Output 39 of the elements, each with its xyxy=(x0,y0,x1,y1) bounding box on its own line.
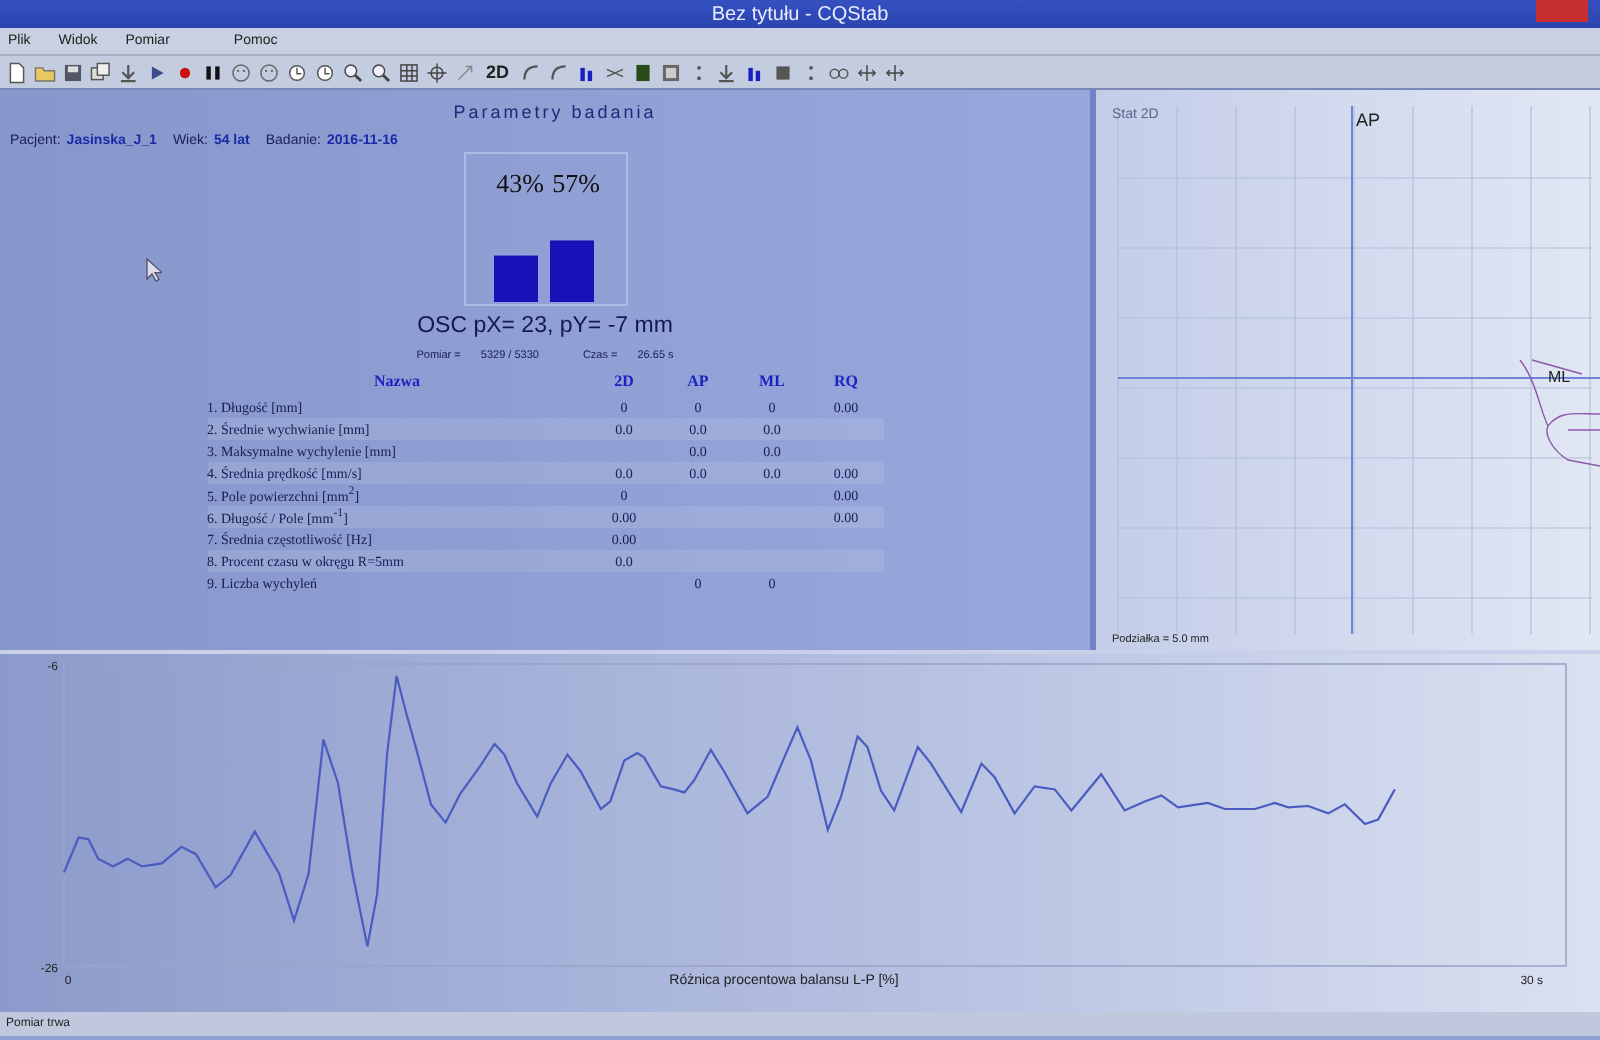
clock-icon[interactable] xyxy=(314,61,336,83)
axis-label: ML xyxy=(1548,368,1571,386)
window-title: Bez tytułu - CQStab xyxy=(711,3,889,25)
sway-path-drawing xyxy=(1519,359,1600,467)
bar xyxy=(493,255,537,302)
square-icon[interactable] xyxy=(771,61,794,83)
panel-icon[interactable] xyxy=(659,61,682,83)
clock-icon[interactable] xyxy=(286,61,308,83)
bar-label: 43% xyxy=(495,168,543,198)
magnifier-icon[interactable] xyxy=(342,61,364,83)
magnifier-icon[interactable] xyxy=(370,61,392,83)
toolbar-button[interactable]: 2D xyxy=(482,62,514,82)
download-icon[interactable] xyxy=(715,61,738,83)
column-header: ML xyxy=(757,370,787,394)
download-icon[interactable] xyxy=(118,61,140,83)
pause-icon[interactable] xyxy=(202,61,224,83)
curve-icon[interactable] xyxy=(519,61,542,83)
move-icon[interactable] xyxy=(855,61,878,83)
column-header: AP xyxy=(685,370,711,394)
osc-text: OSC pX= 23, pY= -7 mm xyxy=(417,314,673,338)
axis-label: AP xyxy=(1356,110,1381,130)
file-icon[interactable] xyxy=(6,61,28,83)
windows-icon[interactable] xyxy=(90,61,112,83)
crosshair-icon[interactable] xyxy=(426,61,448,83)
grid-icon[interactable] xyxy=(398,61,420,83)
play-icon[interactable] xyxy=(146,61,168,83)
smiley-icon[interactable] xyxy=(258,61,280,83)
smiley-icon[interactable] xyxy=(230,61,252,83)
column-header: RQ xyxy=(832,370,860,394)
column-header: 2D xyxy=(612,370,636,394)
cursor-icon xyxy=(146,258,162,282)
column-header: Nazwa xyxy=(371,370,423,394)
bar-label: 57% xyxy=(551,168,599,198)
save-icon[interactable] xyxy=(62,61,84,83)
book-icon[interactable] xyxy=(631,61,654,83)
panel-title: Parametry badania xyxy=(453,102,657,122)
curve-icon[interactable] xyxy=(547,61,570,83)
move-icon[interactable] xyxy=(883,61,906,83)
bar xyxy=(549,240,593,302)
